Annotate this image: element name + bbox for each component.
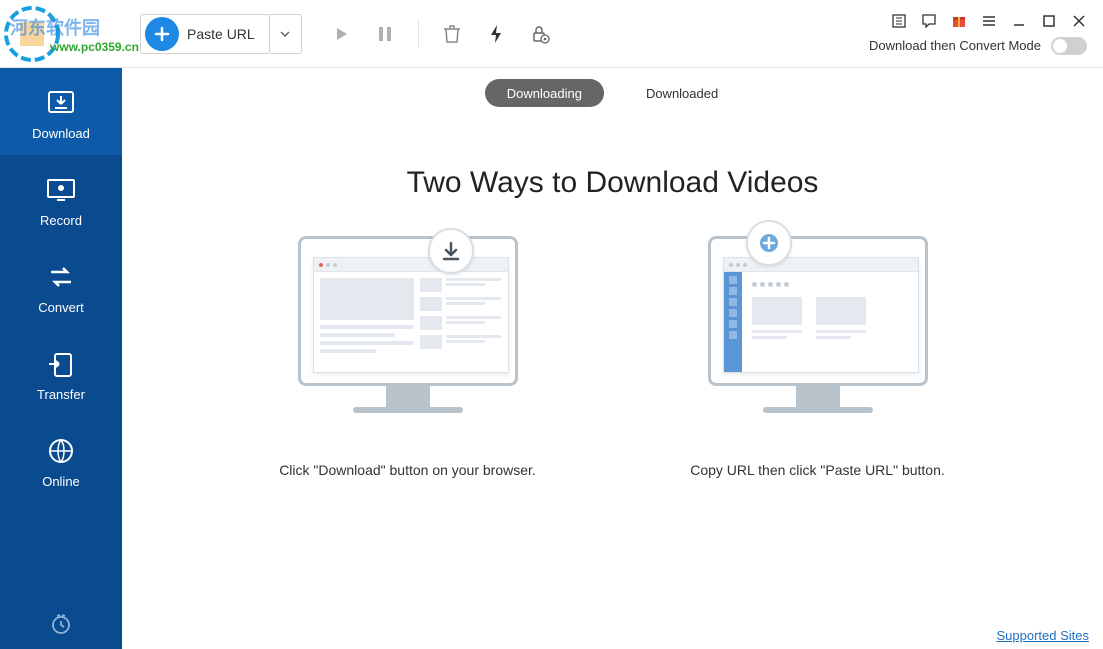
plus-icon (145, 17, 179, 51)
method-browser-extension: Click "Download" button on your browser. (258, 236, 558, 481)
method-paste-url: Copy URL then click "Paste URL" button. (668, 236, 968, 481)
download-arrow-icon (428, 228, 474, 274)
tab-downloaded[interactable]: Downloaded (624, 79, 740, 107)
paste-url-button[interactable]: Paste URL (140, 14, 270, 54)
gift-icon[interactable] (951, 13, 967, 29)
pause-icon[interactable] (374, 23, 396, 45)
notes-icon[interactable] (891, 13, 907, 29)
convert-icon (44, 262, 78, 292)
app-logo: 河东软件园 www.pc0359.cn (0, 0, 122, 68)
sidebar-item-transfer[interactable]: Transfer (0, 329, 122, 416)
menu-icon[interactable] (981, 13, 997, 29)
maximize-icon[interactable] (1041, 13, 1057, 29)
tab-downloading[interactable]: Downloading (485, 79, 604, 107)
method-caption: Copy URL then click "Paste URL" button. (690, 460, 945, 481)
bolt-icon[interactable] (485, 23, 507, 45)
sidebar: Download Record Convert Transfer Online (0, 68, 122, 649)
paste-url-label: Paste URL (187, 26, 269, 42)
sidebar-item-label: Online (42, 474, 80, 489)
add-plus-icon (746, 220, 792, 266)
sidebar-item-label: Record (40, 213, 82, 228)
supported-sites-link[interactable]: Supported Sites (996, 628, 1089, 643)
paste-url-dropdown[interactable] (270, 14, 302, 54)
scheduler-icon[interactable] (0, 599, 122, 649)
transfer-icon (44, 349, 78, 379)
convert-mode-toggle[interactable] (1051, 37, 1087, 55)
sidebar-item-online[interactable]: Online (0, 416, 122, 503)
online-icon (44, 436, 78, 466)
close-icon[interactable] (1071, 13, 1087, 29)
lock-settings-icon[interactable] (529, 23, 551, 45)
sidebar-item-convert[interactable]: Convert (0, 242, 122, 329)
sidebar-item-label: Download (32, 126, 90, 141)
minimize-icon[interactable] (1011, 13, 1027, 29)
sidebar-item-record[interactable]: Record (0, 155, 122, 242)
convert-mode-label: Download then Convert Mode (869, 38, 1041, 53)
sidebar-item-label: Transfer (37, 387, 85, 402)
trash-icon[interactable] (441, 23, 463, 45)
feedback-icon[interactable] (921, 13, 937, 29)
sidebar-item-label: Convert (38, 300, 84, 315)
watermark-text: 河东软件园 (10, 14, 100, 40)
watermark-url: www.pc0359.cn (50, 40, 139, 54)
sidebar-item-download[interactable]: Download (0, 68, 122, 155)
method-caption: Click "Download" button on your browser. (279, 460, 536, 481)
page-title: Two Ways to Download Videos (407, 166, 819, 200)
play-icon[interactable] (330, 23, 352, 45)
separator (418, 20, 419, 48)
record-icon (44, 175, 78, 205)
download-icon (44, 88, 78, 118)
